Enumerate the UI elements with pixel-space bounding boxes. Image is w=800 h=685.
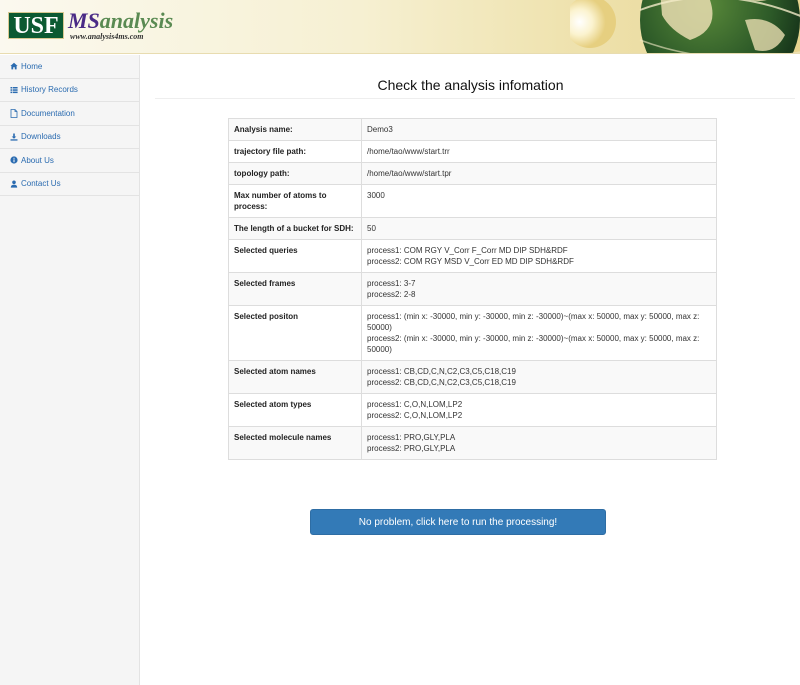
download-icon: [9, 133, 19, 141]
msanalysis-logo[interactable]: MSanalysis: [68, 9, 173, 33]
run-processing-button[interactable]: No problem, click here to run the proces…: [310, 509, 606, 535]
row-value-line: process2: CB,CD,C,N,C2,C3,C5,C18,C19: [367, 378, 516, 387]
sidebar-item-contact-us[interactable]: Contact Us: [0, 173, 139, 196]
row-label: Max number of atoms to process:: [228, 184, 362, 218]
row-value-line: process1: CB,CD,C,N,C2,C3,C5,C18,C19: [367, 367, 516, 376]
row-value: process1: 3-7 process2: 2-8: [361, 272, 717, 306]
row-label: Selected atom names: [228, 360, 362, 394]
row-value-line: process2: (min x: -30000, min y: -30000,…: [367, 334, 700, 354]
row-value-line: process1: (min x: -30000, min y: -30000,…: [367, 312, 700, 332]
row-value: process1: (min x: -30000, min y: -30000,…: [361, 305, 717, 361]
usf-logo[interactable]: USF: [8, 12, 64, 39]
row-label: topology path:: [228, 162, 362, 185]
row-value: process1: COM RGY V_Corr F_Corr MD DIP S…: [361, 239, 717, 273]
logo-ms-text: MS: [68, 8, 100, 33]
row-label: Selected atom types: [228, 393, 362, 427]
analysis-info-table: Analysis name: Demo3 trajectory file path:…: [228, 118, 717, 460]
table-row: Analysis name: Demo3: [228, 118, 717, 141]
row-value-line: process2: COM RGY MSD V_Corr ED MD DIP S…: [367, 257, 574, 266]
sidebar-item-history-records[interactable]: History Records: [0, 79, 139, 102]
row-label: trajectory file path:: [228, 140, 362, 163]
sidebar-item-home[interactable]: Home: [0, 55, 139, 79]
row-value: process1: CB,CD,C,N,C2,C3,C5,C18,C19 proc…: [361, 360, 717, 394]
header-banner: USF MSanalysis www.analysis4ms.com: [0, 0, 800, 54]
list-icon: [9, 86, 19, 94]
row-value-line: /home/tao/www/start.trr: [367, 147, 450, 156]
row-value: Demo3: [361, 118, 717, 141]
row-value-line: process2: C,O,N,LOM,LP2: [367, 411, 463, 420]
table-row: Selected frames process1: 3-7 process2: 2-…: [228, 272, 717, 306]
sidebar-item-label: Contact Us: [21, 179, 61, 189]
row-label: Selected molecule names: [228, 426, 362, 460]
table-row: Max number of atoms to process: 3000: [228, 184, 717, 218]
row-value-line: Demo3: [367, 125, 393, 134]
sidebar-item-label: History Records: [21, 85, 78, 95]
sidebar-item-documentation[interactable]: Documentation: [0, 102, 139, 126]
row-value: process1: C,O,N,LOM,LP2 process2: C,O,N,L…: [361, 393, 717, 427]
file-icon: [9, 108, 19, 118]
row-value-line: process2: PRO,GLY,PLA: [367, 444, 456, 453]
row-label: Selected positon: [228, 305, 362, 361]
sidebar-item-about-us[interactable]: About Us: [0, 149, 139, 173]
title-divider: [155, 98, 795, 99]
row-value-line: process2: 2-8: [367, 290, 416, 299]
table-row: The length of a bucket for SDH: 50: [228, 217, 717, 240]
row-value-line: process1: PRO,GLY,PLA: [367, 433, 456, 442]
table-row: trajectory file path: /home/tao/www/start…: [228, 140, 717, 163]
row-label: Selected queries: [228, 239, 362, 273]
table-row: Selected positon process1: (min x: -30000…: [228, 305, 717, 361]
table-row: Selected atom types process1: C,O,N,LOM,L…: [228, 393, 717, 427]
row-value-line: /home/tao/www/start.tpr: [367, 169, 452, 178]
row-value-line: 50: [367, 224, 376, 233]
table-row: Selected queries process1: COM RGY V_Corr…: [228, 239, 717, 273]
row-value-line: process1: COM RGY V_Corr F_Corr MD DIP S…: [367, 246, 568, 255]
row-value-line: process1: 3-7: [367, 279, 416, 288]
sidebar-item-label: Downloads: [21, 132, 61, 142]
row-value: 3000: [361, 184, 717, 218]
logo-analysis-text: analysis: [99, 8, 174, 33]
table-row: Selected atom names process1: CB,CD,C,N,C…: [228, 360, 717, 394]
table-row: Selected molecule names process1: PRO,GLY…: [228, 426, 717, 460]
row-value-line: 3000: [367, 191, 385, 200]
row-value-line: process1: C,O,N,LOM,LP2: [367, 400, 463, 409]
sidebar-item-downloads[interactable]: Downloads: [0, 126, 139, 149]
row-value: 50: [361, 217, 717, 240]
page-title: Check the analysis infomation: [377, 77, 564, 93]
row-value: /home/tao/www/start.trr: [361, 140, 717, 163]
row-label: Analysis name:: [228, 118, 362, 141]
row-value: /home/tao/www/start.tpr: [361, 162, 717, 185]
info-icon: [9, 156, 19, 164]
row-label: The length of a bucket for SDH:: [228, 217, 362, 240]
row-label: Selected frames: [228, 272, 362, 306]
sidebar-item-label: Home: [21, 61, 43, 71]
row-value: process1: PRO,GLY,PLA process2: PRO,GLY,P…: [361, 426, 717, 460]
user-icon: [9, 180, 19, 188]
home-icon: [9, 62, 19, 70]
sidebar-item-label: About Us: [21, 155, 54, 165]
main-content: Check the analysis infomation Analysis n…: [141, 55, 800, 685]
sidebar-item-label: Documentation: [21, 108, 75, 118]
logo-url: www.analysis4ms.com: [70, 32, 144, 41]
sidebar: Home History Records Documentation Downl…: [0, 55, 140, 685]
table-row: topology path: /home/tao/www/start.tpr: [228, 162, 717, 185]
globe-decoration-icon: [570, 0, 800, 53]
